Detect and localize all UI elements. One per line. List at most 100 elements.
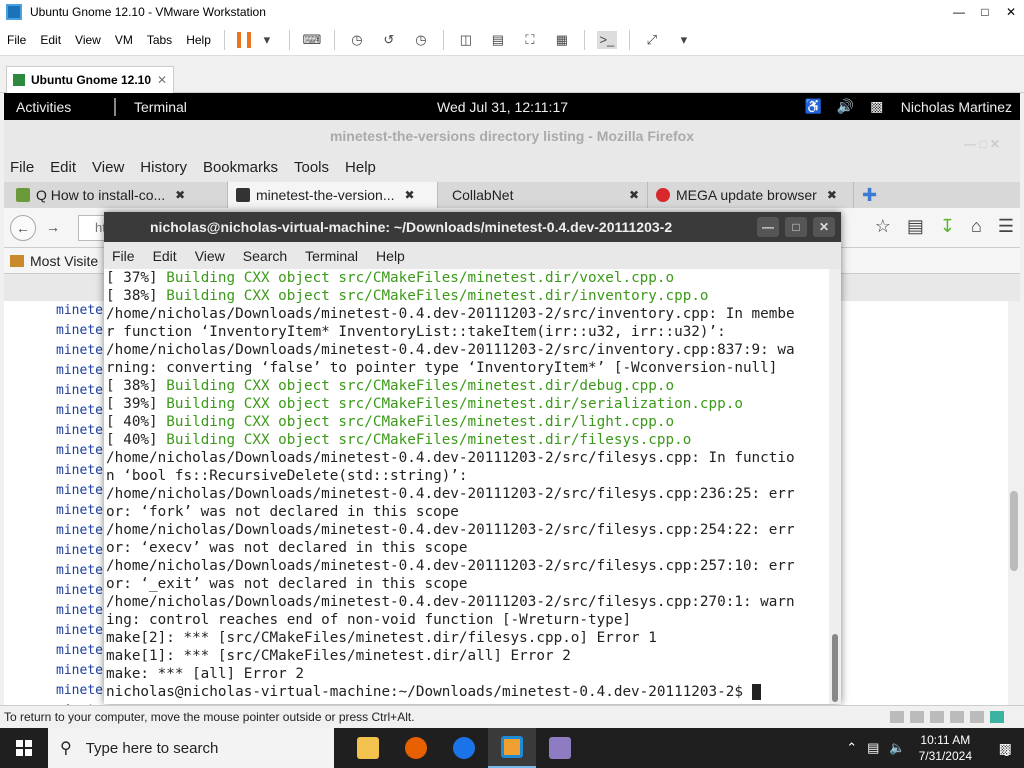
vmware-logo-icon xyxy=(6,4,22,20)
ff-menu-view[interactable]: View xyxy=(92,159,124,176)
bookmark-star-icon[interactable]: ☆ xyxy=(875,216,891,237)
terminal-scrollbar[interactable] xyxy=(829,269,841,704)
terminal-prompt[interactable]: nicholas@nicholas-virtual-machine:~/Down… xyxy=(104,683,829,701)
forward-button[interactable]: → xyxy=(40,215,66,241)
accessibility-icon[interactable]: ♿ xyxy=(805,98,822,115)
network-adapter-icon[interactable] xyxy=(930,711,944,723)
stretch-guest-icon[interactable]: ⤢ xyxy=(642,31,662,49)
reading-list-icon[interactable]: ▤ xyxy=(907,216,924,237)
term-menu-search[interactable]: Search xyxy=(243,248,287,264)
menu-tabs[interactable]: Tabs xyxy=(140,33,179,47)
start-button[interactable] xyxy=(0,728,48,768)
bookmark-most-visited[interactable]: Most Visite xyxy=(30,253,98,269)
menu-vm[interactable]: VM xyxy=(108,33,140,47)
ff-tab-mega[interactable]: MEGA update browser ✖ xyxy=(648,182,854,208)
maximize-button[interactable]: □ xyxy=(785,217,807,237)
back-button[interactable]: ← xyxy=(10,214,36,241)
menu-file[interactable]: File xyxy=(0,33,33,47)
device-status-icons xyxy=(890,711,1004,723)
terminal-text: /home/nicholas/Downloads/minetest-0.4.de… xyxy=(106,306,795,322)
ff-menu-help[interactable]: Help xyxy=(345,159,376,176)
revert-snapshot-icon[interactable]: ↺ xyxy=(379,31,399,49)
tab-ubuntu-gnome[interactable]: Ubuntu Gnome 12.10 ✕ xyxy=(6,66,174,93)
home-icon[interactable]: ⌂ xyxy=(971,216,982,237)
menu-help[interactable]: Help xyxy=(179,33,218,47)
close-tab-icon[interactable]: ✖ xyxy=(175,188,185,202)
scrollbar-thumb[interactable] xyxy=(1010,491,1018,571)
notification-center-button[interactable]: ▩ 3 xyxy=(984,728,1024,768)
gnome-clock[interactable]: Wed Jul 31, 12:11:17 xyxy=(437,99,568,115)
app-menu[interactable]: Terminal xyxy=(114,97,187,116)
terminal-line: or: ‘_exit’ was not declared in this sco… xyxy=(104,575,829,593)
term-menu-help[interactable]: Help xyxy=(376,248,405,264)
close-tab-icon[interactable]: ✖ xyxy=(827,188,837,202)
terminal-cursor xyxy=(751,684,761,700)
build-status-text: Building CXX object src/CMakeFiles/minet… xyxy=(166,414,675,430)
console-view-icon[interactable]: >_ xyxy=(596,30,617,49)
pause-icon[interactable] xyxy=(236,31,251,48)
thumbnail-bar-icon[interactable]: ▤ xyxy=(488,31,508,49)
ff-tab-minetest[interactable]: minetest-the-version... ✖ xyxy=(228,182,438,208)
cd-dvd-icon[interactable] xyxy=(910,711,924,723)
taskbar-search-box[interactable]: ⚲ Type here to search xyxy=(48,728,334,768)
download-icon[interactable]: ↧ xyxy=(940,216,955,237)
stretch-dropdown-icon[interactable]: ▾ xyxy=(674,31,694,49)
menu-view[interactable]: View xyxy=(68,33,108,47)
close-button[interactable]: ✕ xyxy=(813,217,835,237)
send-ctrl-alt-del-icon[interactable]: ⌨ xyxy=(302,31,322,49)
pause-dropdown-icon[interactable]: ▾ xyxy=(257,31,277,49)
close-button[interactable]: ✕ xyxy=(998,5,1024,19)
sound-card-icon[interactable] xyxy=(970,711,984,723)
hard-disk-icon[interactable] xyxy=(890,711,904,723)
close-tab-icon[interactable]: ✖ xyxy=(629,188,639,202)
vm-tab-icon xyxy=(13,74,25,86)
taskbar-vmware[interactable] xyxy=(488,728,536,768)
terminal-output[interactable]: [ 37%] Building CXX object src/CMakeFile… xyxy=(104,269,829,704)
new-tab-button[interactable]: ✚ xyxy=(854,182,885,208)
volume-icon[interactable]: 🔈 xyxy=(889,740,905,756)
maximize-button[interactable]: □ xyxy=(972,5,998,19)
snapshot-icon[interactable]: ◷ xyxy=(347,31,367,49)
taskbar-clock[interactable]: 10:11 AM 7/31/2024 xyxy=(919,732,972,764)
guest-display[interactable]: Activities Terminal Wed Jul 31, 12:11:17… xyxy=(4,93,1020,705)
network-icon[interactable]: ▩ xyxy=(869,98,885,115)
term-menu-file[interactable]: File xyxy=(112,248,135,264)
ff-tab-collabnet[interactable]: CollabNet ✖ xyxy=(438,182,648,208)
taskbar-chrome[interactable] xyxy=(440,728,488,768)
firefox-window-controls[interactable]: — □ ✕ xyxy=(964,128,1000,160)
term-menu-edit[interactable]: Edit xyxy=(153,248,177,264)
terminal-text: [ 37%] xyxy=(106,270,167,286)
terminal-line: /home/nicholas/Downloads/minetest-0.4.de… xyxy=(104,593,829,611)
close-tab-icon[interactable]: ✖ xyxy=(405,188,415,202)
ff-menu-bookmarks[interactable]: Bookmarks xyxy=(203,159,278,176)
ff-menu-tools[interactable]: Tools xyxy=(294,159,329,176)
network-icon[interactable]: ▤ xyxy=(867,740,879,756)
snapshot-manager-icon[interactable]: ◷ xyxy=(411,31,431,49)
user-menu[interactable]: Nicholas Martinez xyxy=(901,99,1012,115)
full-screen-icon[interactable]: ⛶ xyxy=(520,31,540,49)
toolbar-separator xyxy=(628,29,630,50)
term-menu-view[interactable]: View xyxy=(195,248,225,264)
taskbar-file-explorer[interactable] xyxy=(344,728,392,768)
scrollbar-thumb[interactable] xyxy=(832,634,838,702)
term-menu-terminal[interactable]: Terminal xyxy=(305,248,358,264)
sidebar-icon[interactable]: ◫ xyxy=(456,31,476,49)
show-hidden-icons-icon[interactable]: ⌃ xyxy=(846,740,857,756)
ff-menu-edit[interactable]: Edit xyxy=(50,159,76,176)
activities-button[interactable]: Activities xyxy=(4,99,114,115)
volume-icon[interactable]: 🔊 xyxy=(837,98,854,115)
usb-icon[interactable] xyxy=(950,711,964,723)
minimize-button[interactable]: — xyxy=(946,5,972,19)
ff-tab-how-to-install[interactable]: Q How to install-co... ✖ xyxy=(8,182,228,208)
close-tab-icon[interactable]: ✕ xyxy=(157,73,167,87)
taskbar-firefox[interactable] xyxy=(392,728,440,768)
hamburger-menu-icon[interactable]: ☰ xyxy=(998,216,1014,237)
minimize-button[interactable]: — xyxy=(757,217,779,237)
taskbar-app-purple[interactable] xyxy=(536,728,584,768)
page-scrollbar[interactable] xyxy=(1008,301,1020,705)
ff-menu-history[interactable]: History xyxy=(140,159,187,176)
message-log-icon[interactable] xyxy=(990,711,1004,723)
menu-edit[interactable]: Edit xyxy=(33,33,68,47)
unity-icon[interactable]: ▦ xyxy=(552,31,572,49)
ff-menu-file[interactable]: File xyxy=(10,159,34,176)
